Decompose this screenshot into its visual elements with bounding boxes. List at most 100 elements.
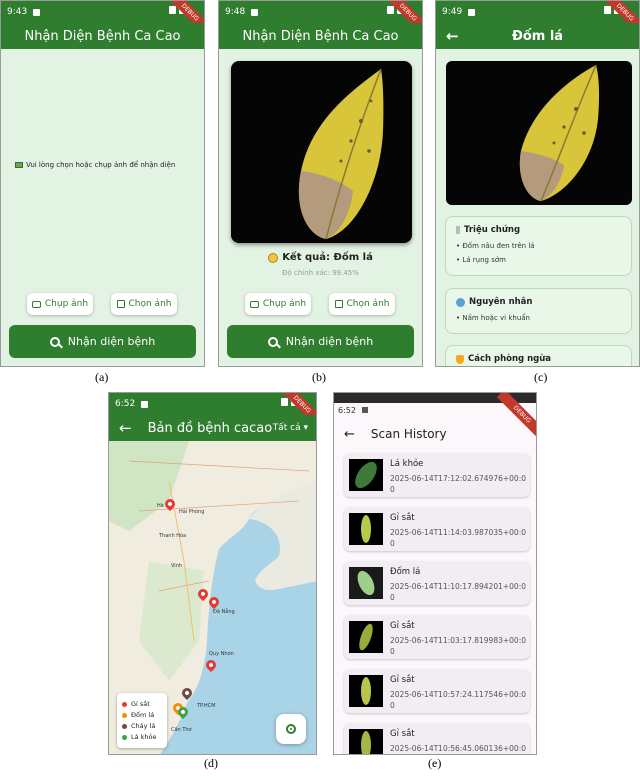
disease-title: Đốm lá: [511, 28, 564, 44]
notification-icon: [33, 8, 41, 16]
caption-b: (b): [312, 370, 326, 384]
back-arrow-icon[interactable]: ←: [446, 27, 459, 45]
leaf-image: [298, 68, 384, 240]
history-item[interactable]: Lá khỏe 2025-06-14T17:12:02.674976+00:00: [344, 453, 530, 497]
prevention-title: Cách phòng ngừa: [468, 354, 552, 364]
filter-dropdown[interactable]: Tất cả ▾: [273, 423, 308, 433]
app-bar: Nhận Diện Bệnh Ca Cao: [1, 23, 204, 49]
back-arrow-icon[interactable]: ←: [119, 419, 132, 437]
leaf-thumb: [357, 570, 375, 596]
placeholder-text: Vui lòng chọn hoặc chụp ảnh để nhận diện: [26, 161, 176, 169]
history-item-name: Gỉ sắt: [390, 675, 415, 685]
placeholder-message: Vui lòng chọn hoặc chụp ảnh để nhận diện: [15, 161, 195, 169]
back-arrow-icon[interactable]: ←: [344, 427, 355, 442]
capture-label: Chụp ảnh: [262, 299, 307, 309]
symptom-text: Lá rụng sớm: [462, 256, 506, 264]
my-location-button[interactable]: [276, 714, 306, 744]
history-item-name: Gỉ sắt: [390, 621, 415, 631]
thumbnail: [349, 459, 383, 491]
caption-d: (d): [204, 756, 218, 770]
map-label: Hải Phòng: [179, 509, 205, 515]
card-title: Nguyên nhân: [456, 297, 621, 307]
app-bar: ← Bản đồ bệnh cacao Tất cả ▾: [109, 415, 316, 441]
image-icon: [15, 162, 23, 168]
map-label: Quy Nhơn: [209, 651, 234, 657]
clipboard-icon: [456, 226, 460, 234]
screen-b: 9:48 DEBUG Nhận Diện Bệnh Ca Cao Kết quả…: [218, 0, 423, 367]
bacteria-icon: [456, 297, 465, 307]
search-icon: [49, 336, 60, 347]
capture-button[interactable]: Chụp ảnh: [245, 293, 311, 315]
history-item-name: Gỉ sắt: [390, 729, 415, 739]
card-title: Cách phòng ngừa: [456, 354, 621, 364]
gallery-icon: [116, 300, 125, 308]
detect-button[interactable]: Nhận diện bệnh: [227, 325, 414, 358]
history-item-name: Gỉ sắt: [390, 513, 415, 523]
prevention-card: Cách phòng ngừa: [445, 345, 632, 366]
camera-icon: [31, 300, 41, 308]
app-bar: Nhận Diện Bệnh Ca Cao: [219, 23, 422, 49]
pick-label: Chọn ảnh: [346, 299, 390, 309]
history-item[interactable]: Đốm lá 2025-06-14T11:10:17.894201+00:00: [344, 561, 530, 605]
history-item[interactable]: Gỉ sắt 2025-06-14T10:57:24.117546+00:00: [344, 669, 530, 713]
history-item[interactable]: Gỉ sắt 2025-06-14T10:56:45.060136+00:00: [344, 723, 530, 754]
location-target-icon: [286, 724, 296, 734]
status-time: 9:48: [225, 7, 246, 17]
map-label: Thanh Hóa: [159, 533, 187, 539]
legend-dot: [122, 712, 127, 718]
thumbnail: [349, 513, 383, 545]
history-item-timestamp: 2025-06-14T11:14:03.987035+00:00: [390, 528, 526, 548]
pick-label: Chọn ảnh: [128, 299, 172, 309]
filter-value: Tất cả: [272, 423, 301, 433]
camera-icon: [249, 300, 259, 308]
symptom-item: • Đốm nâu đen trên lá: [456, 242, 535, 250]
legend-row: Lá khỏe: [122, 733, 162, 741]
result-row: Kết quả: Đốm lá: [219, 252, 422, 263]
status-time: 6:52: [338, 405, 356, 415]
map-legend: Gỉ sắt Đốm lá Cháy lá Lá khỏe: [117, 693, 167, 748]
shield-icon: [456, 354, 464, 364]
legend-label: Gỉ sắt: [131, 700, 150, 708]
cause-text: Nấm hoặc vi khuẩn: [462, 314, 530, 322]
leaf-photo: [446, 61, 632, 205]
history-app-bar: ← Scan History: [334, 421, 536, 447]
biohazard-icon: [268, 252, 279, 263]
map-label: Cần Thơ: [171, 727, 192, 733]
screen-a: 9:43 DEBUG Nhận Diện Bệnh Ca Cao Vui lòn…: [0, 0, 205, 367]
status-time: 6:52: [115, 399, 136, 409]
legend-label: Cháy lá: [131, 722, 156, 730]
gallery-icon: [334, 300, 343, 308]
caption-a: (a): [95, 370, 109, 384]
map-label: TP.HCM: [197, 703, 216, 709]
pick-image-button[interactable]: Chọn ảnh: [329, 293, 395, 315]
map-label: Đà Nẵng: [213, 609, 235, 615]
app-title: Nhận Diện Bệnh Ca Cao: [242, 28, 399, 44]
leaf-thumb: [355, 461, 377, 489]
search-icon: [267, 336, 278, 347]
status-time: 9:49: [442, 7, 463, 17]
detect-button[interactable]: Nhận diện bệnh: [9, 325, 196, 358]
screen-e: 6:52 DEBUG ← Scan History Lá khỏe 2025-0…: [333, 392, 537, 755]
cause-item: • Nấm hoặc vi khuẩn: [456, 314, 530, 322]
pick-image-button[interactable]: Chọn ảnh: [111, 293, 177, 315]
history-item-name: Lá khỏe: [390, 459, 424, 469]
app-bar: ← Đốm lá: [436, 23, 639, 49]
notification-icon: [361, 407, 368, 413]
screen-c: 9:49 DEBUG ← Đốm lá Triệu chứng • Đốm nâ…: [435, 0, 640, 367]
status-bar: 6:52: [109, 393, 316, 415]
history-item[interactable]: Gỉ sắt 2025-06-14T11:03:17.819983+00:00: [344, 615, 530, 659]
capture-button[interactable]: Chụp ảnh: [27, 293, 93, 315]
map-view[interactable]: Hà Nội Hải Phòng Thanh Hóa Vinh Đà Nẵng …: [109, 441, 316, 754]
history-title: Scan History: [370, 427, 447, 441]
symptom-item: • Lá rụng sớm: [456, 256, 506, 264]
leaf-photo: [231, 61, 412, 243]
caption-e: (e): [428, 756, 442, 770]
legend-row: Đốm lá: [122, 711, 162, 719]
history-item[interactable]: Gỉ sắt 2025-06-14T11:14:03.987035+00:00: [344, 507, 530, 551]
legend-row: Gỉ sắt: [122, 700, 162, 708]
history-item-name: Đốm lá: [390, 567, 421, 577]
card-title: Triệu chứng: [456, 225, 621, 235]
leaf-thumb: [361, 731, 371, 754]
cause-card: Nguyên nhân • Nấm hoặc vi khuẩn: [445, 288, 632, 334]
thumbnail: [349, 729, 383, 754]
